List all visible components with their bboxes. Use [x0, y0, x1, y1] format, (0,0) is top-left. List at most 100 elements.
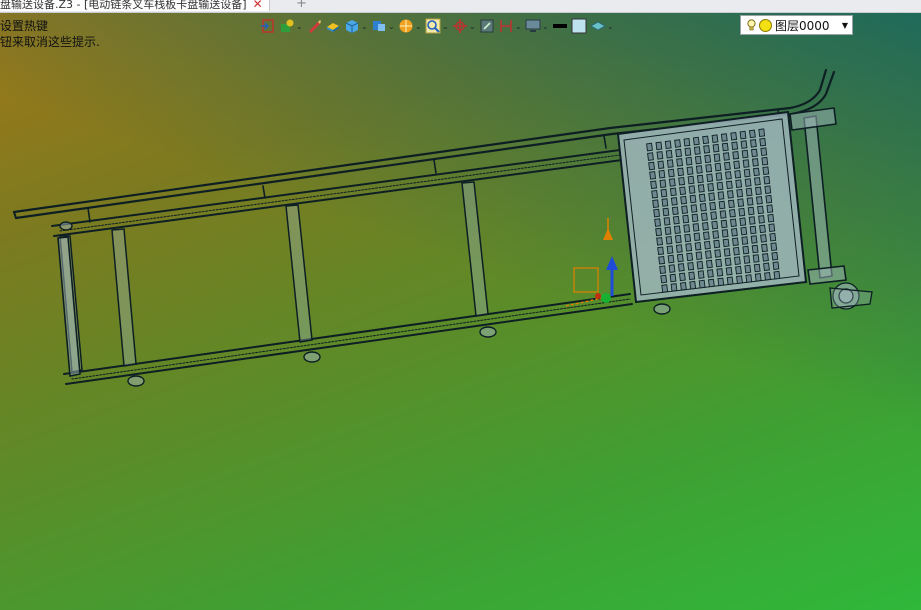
pallet-hole — [655, 227, 663, 237]
component-insert-icon[interactable] — [279, 18, 295, 34]
pallet-hole — [669, 273, 677, 283]
chevron-down-icon[interactable]: ⌄ — [515, 22, 522, 31]
monitor-icon[interactable] — [525, 18, 541, 34]
pallet-hole — [753, 177, 761, 186]
pallet-hole — [744, 178, 752, 187]
toolbar-button-13[interactable] — [552, 16, 568, 36]
pallet-hole — [688, 271, 696, 281]
chevron-down-icon[interactable]: ⌄ — [469, 22, 476, 31]
chevron-down-icon[interactable]: ⌄ — [388, 22, 395, 31]
pallet-hole — [707, 278, 715, 288]
pallet-hole — [769, 232, 777, 242]
pallet-hole — [715, 172, 723, 181]
pallet-hole — [668, 178, 676, 187]
zoom-icon[interactable] — [425, 18, 441, 34]
pallet-hole — [677, 263, 685, 272]
pallet-hole — [684, 147, 692, 157]
pallet-hole — [667, 168, 675, 178]
cube-view-icon[interactable] — [344, 18, 360, 34]
toolbar-button-1[interactable] — [260, 16, 276, 36]
chevron-down-icon[interactable]: ⌄ — [361, 22, 368, 31]
pallet-hole — [773, 270, 781, 280]
pallet-hole — [681, 205, 689, 214]
pallet-hole — [734, 169, 742, 179]
chevron-down-icon[interactable]: ⌄ — [296, 22, 303, 31]
pallet-hole — [720, 219, 728, 229]
pick-filter-icon[interactable] — [452, 18, 468, 34]
chevron-down-icon[interactable]: ⌄ — [442, 22, 449, 31]
layer-state-icon[interactable] — [590, 18, 606, 34]
pallet-hole — [737, 198, 745, 207]
conveyor-3d-model[interactable] — [0, 0, 921, 610]
toolbar-button-6[interactable]: ⌄ — [371, 16, 395, 36]
pallet-hole — [665, 235, 673, 245]
pallet-hole — [721, 142, 729, 152]
toolbar-button-5[interactable]: ⌄ — [344, 16, 368, 36]
pallet-hole — [767, 213, 775, 223]
toolbar-button-10[interactable] — [479, 16, 495, 36]
toolbar-button-15[interactable]: ⌄ — [590, 16, 614, 36]
pallet-hole — [724, 171, 732, 180]
pallet-hole — [659, 179, 667, 188]
pallet-hole — [664, 226, 672, 236]
toolbar-button-7[interactable]: ⌄ — [398, 16, 422, 36]
pallet-hole — [763, 262, 770, 272]
pallet-hole — [663, 217, 671, 226]
toolbar-button-3[interactable] — [306, 16, 322, 36]
document-tab[interactable]: 盘输送设备.Z3 - [电动链条叉车栈板卡盘输送设备] ✕ — [0, 0, 270, 11]
exit-assembly-icon[interactable] — [260, 18, 276, 34]
pallet-hole — [676, 253, 684, 263]
close-icon[interactable]: ✕ — [253, 0, 263, 11]
layer-selector[interactable]: 图层0000 ▼ — [740, 15, 853, 35]
pallet-hole — [652, 199, 660, 208]
pallet-hole — [667, 254, 675, 264]
render-sphere-icon[interactable] — [398, 18, 414, 34]
pallet-hole — [676, 158, 684, 167]
chevron-down-icon[interactable]: ⌄ — [415, 22, 422, 31]
pallet-hole — [693, 232, 701, 242]
layer-color-swatch[interactable] — [759, 18, 772, 32]
pallet-hole — [703, 145, 711, 154]
pallet-hole — [650, 180, 658, 190]
pallet-hole — [699, 202, 707, 212]
view-toolbar: ⌄ ⌄ ⌄ ⌄ ⌄ ⌄ ⌄ ⌄ ⌄ — [260, 16, 614, 36]
pallet-hole — [768, 223, 776, 232]
pallet-hole — [695, 251, 703, 260]
pallet-hole — [695, 165, 703, 174]
chevron-down-icon[interactable]: ▼ — [842, 21, 848, 30]
toolbar-button-9[interactable]: ⌄ — [452, 16, 476, 36]
pallet-hole — [661, 198, 669, 207]
line-color-icon[interactable] — [552, 18, 568, 34]
pallet-hole — [748, 216, 756, 225]
pallet-hole — [651, 189, 659, 199]
pallet-hole — [694, 241, 702, 251]
pallet-hole — [656, 237, 664, 246]
axis-triad-icon — [565, 218, 618, 307]
toolbar-button-4[interactable] — [325, 16, 341, 36]
pallet-hole — [752, 167, 760, 177]
display-mode-icon[interactable] — [371, 18, 387, 34]
toolbar-button-11[interactable]: ⌄ — [498, 16, 522, 36]
toolbar-button-12[interactable]: ⌄ — [525, 16, 549, 36]
toolbar-button-2[interactable]: ⌄ — [279, 16, 303, 36]
snap-icon[interactable] — [479, 18, 495, 34]
pallet-hole — [660, 188, 668, 198]
pallet-hole — [766, 204, 774, 213]
hint-text-line-1: 设置热键 — [0, 19, 49, 33]
pallet-hole — [740, 140, 748, 149]
pallet-hole — [673, 225, 681, 234]
new-tab-button[interactable]: + — [296, 0, 307, 11]
chevron-down-icon[interactable]: ⌄ — [542, 22, 549, 31]
measure-icon[interactable] — [498, 18, 514, 34]
chevron-down-icon[interactable]: ⌄ — [607, 22, 614, 31]
face-color-icon[interactable] — [571, 18, 587, 34]
shaded-solid-icon[interactable] — [325, 18, 341, 34]
pallet-hole — [736, 275, 743, 284]
pencil-icon[interactable] — [306, 18, 322, 34]
pallet-hole — [655, 141, 663, 151]
lightbulb-icon[interactable] — [747, 19, 756, 31]
toolbar-button-14[interactable] — [571, 16, 587, 36]
toolbar-button-8[interactable]: ⌄ — [425, 16, 449, 36]
pallet-hole — [739, 130, 747, 140]
pallet-hole — [745, 187, 753, 197]
